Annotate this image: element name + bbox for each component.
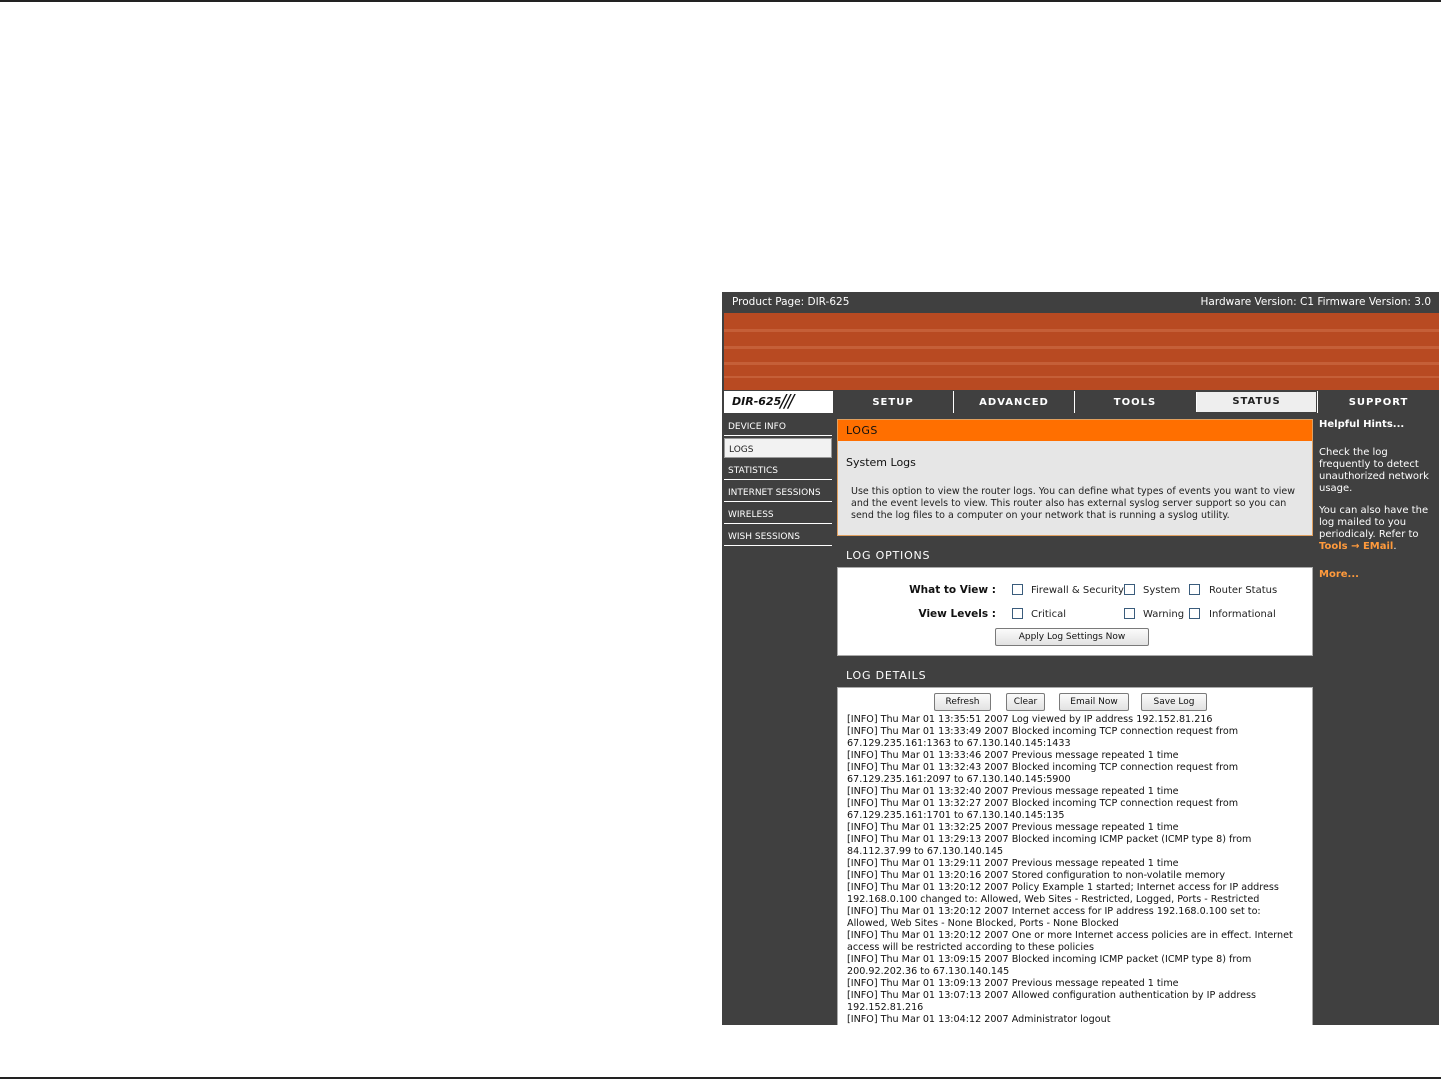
- version-info: Hardware Version: C1 Firmware Version: 3…: [1200, 296, 1431, 308]
- banner-stripe: [724, 362, 1439, 365]
- logs-description: Use this option to view the router logs.…: [851, 486, 1295, 521]
- log-line: [INFO] Thu Mar 01 13:33:46 2007 Previous…: [847, 750, 1179, 761]
- sidebar-item-device-info[interactable]: DEVICE INFO: [724, 416, 832, 436]
- model-logo: DIR-625 ///: [724, 391, 832, 413]
- router-status-checkbox[interactable]: [1189, 584, 1200, 595]
- clear-button[interactable]: Clear: [1006, 693, 1045, 711]
- router-status-label: Router Status: [1209, 585, 1278, 596]
- router-admin-window: Product Page: DIR-625 Hardware Version: …: [722, 292, 1439, 1025]
- main-content: LOGS System Logs Use this option to view…: [837, 419, 1313, 1025]
- tab-advanced[interactable]: ADVANCED: [953, 391, 1074, 413]
- critical-label: Critical: [1031, 609, 1066, 620]
- banner-stripe: [724, 376, 1439, 378]
- firewall-security-label: Firewall & Security: [1031, 585, 1124, 596]
- log-line: [INFO] Thu Mar 01 13:20:16 2007 Stored c…: [847, 870, 1226, 881]
- log-line: 192.168.0.100 changed to: Allowed, Web S…: [847, 894, 1260, 905]
- tab-setup[interactable]: SETUP: [832, 391, 953, 413]
- log-line: [INFO] Thu Mar 01 13:04:12 2007 Administ…: [847, 1014, 1111, 1025]
- warning-checkbox[interactable]: [1124, 608, 1135, 619]
- sidebar-item-wish-sessions[interactable]: WISH SESSIONS: [724, 526, 832, 546]
- log-line: [INFO] Thu Mar 01 13:32:43 2007 Blocked …: [847, 762, 1239, 773]
- log-line: [INFO] Thu Mar 01 13:20:12 2007 Policy E…: [847, 882, 1279, 893]
- log-line: [INFO] Thu Mar 01 13:07:13 2007 Allowed …: [847, 990, 1256, 1001]
- system-checkbox[interactable]: [1124, 584, 1135, 595]
- tab-support[interactable]: SUPPORT: [1317, 391, 1439, 413]
- critical-checkbox[interactable]: [1012, 608, 1023, 619]
- log-line: 67.129.235.161:2097 to 67.130.140.145:59…: [847, 774, 1071, 785]
- log-line: 200.92.202.36 to 67.130.140.145: [847, 966, 1010, 977]
- refresh-button[interactable]: Refresh: [934, 693, 991, 711]
- log-line: [INFO] Thu Mar 01 13:32:40 2007 Previous…: [847, 786, 1179, 797]
- hints-text-1: Check the log frequently to detect unaut…: [1319, 447, 1429, 494]
- log-line: 84.112.37.99 to 67.130.140.145: [847, 846, 1004, 857]
- logs-intro-box: LOGS System Logs Use this option to view…: [837, 419, 1313, 536]
- page-bottom-rule: [0, 1077, 1441, 1079]
- log-line: [INFO] Thu Mar 01 13:09:15 2007 Blocked …: [847, 954, 1252, 965]
- warning-label: Warning: [1143, 609, 1185, 620]
- sidebar-item-internet-sessions[interactable]: INTERNET SESSIONS: [724, 482, 832, 502]
- log-line: Allowed, Web Sites - None Blocked, Ports…: [847, 918, 1119, 929]
- system-label: System: [1143, 585, 1181, 596]
- hints-title: Helpful Hints...: [1319, 419, 1405, 430]
- helpful-hints: Helpful Hints... Check the log frequentl…: [1319, 419, 1437, 581]
- main-nav: DIR-625 /// SETUP ADVANCED TOOLS STATUS …: [722, 390, 1439, 414]
- sidebar-item-wireless[interactable]: WIRELESS: [724, 504, 832, 524]
- hints-text-2: You can also have the log mailed to you …: [1319, 505, 1429, 540]
- what-to-view-label: What to View :: [909, 584, 996, 596]
- log-line: [INFO] Thu Mar 01 13:20:12 2007 One or m…: [847, 930, 1293, 941]
- hints-link-suffix: .: [1393, 541, 1397, 552]
- log-line: [INFO] Thu Mar 01 13:29:13 2007 Blocked …: [847, 834, 1252, 845]
- sidebar-item-logs[interactable]: LOGS: [724, 438, 832, 458]
- log-entries: [INFO] Thu Mar 01 13:35:51 2007 Log view…: [847, 714, 1307, 1025]
- log-options-header: LOG OPTIONS: [837, 545, 1313, 567]
- log-line: [INFO] Thu Mar 01 13:33:49 2007 Blocked …: [847, 726, 1239, 737]
- brand-banner: [724, 313, 1439, 390]
- save-log-button[interactable]: Save Log: [1141, 693, 1207, 711]
- log-line: [INFO] Thu Mar 01 13:09:13 2007 Previous…: [847, 978, 1179, 989]
- informational-checkbox[interactable]: [1189, 608, 1200, 619]
- firewall-security-checkbox[interactable]: [1012, 584, 1023, 595]
- log-line: [INFO] Thu Mar 01 13:20:12 2007 Internet…: [847, 906, 1261, 917]
- model-logo-text: DIR-625: [732, 395, 782, 408]
- log-options-panel: What to View : Firewall & Security Syste…: [837, 567, 1313, 656]
- log-line: 67.129.235.161:1701 to 67.130.140.145:13…: [847, 810, 1065, 821]
- top-info-bar: Product Page: DIR-625 Hardware Version: …: [722, 292, 1439, 313]
- logs-subtitle: System Logs: [846, 456, 916, 469]
- more-link[interactable]: More...: [1319, 569, 1437, 581]
- banner-stripe: [724, 329, 1439, 332]
- log-line: [INFO] Thu Mar 01 13:32:27 2007 Blocked …: [847, 798, 1239, 809]
- sidebar-item-statistics[interactable]: STATISTICS: [724, 460, 832, 480]
- email-now-button[interactable]: Email Now: [1059, 693, 1129, 711]
- product-page-label: Product Page: DIR-625: [732, 296, 850, 308]
- sidebar: DEVICE INFO LOGS STATISTICS INTERNET SES…: [724, 416, 832, 548]
- log-line: [INFO] Thu Mar 01 13:32:25 2007 Previous…: [847, 822, 1179, 833]
- apply-log-settings-button[interactable]: Apply Log Settings Now: [995, 628, 1149, 646]
- log-line: 192.152.81.216: [847, 1002, 924, 1013]
- log-line: [INFO] Thu Mar 01 13:35:51 2007 Log view…: [847, 714, 1213, 725]
- tools-email-link[interactable]: Tools → EMail: [1319, 541, 1393, 552]
- informational-label: Informational: [1209, 609, 1276, 620]
- tab-status[interactable]: STATUS: [1196, 392, 1316, 412]
- log-details-panel: Refresh Clear Email Now Save Log [INFO] …: [837, 687, 1313, 1025]
- banner-stripe: [724, 346, 1439, 349]
- log-details-header: LOG DETAILS: [837, 665, 1313, 687]
- log-line: [INFO] Thu Mar 01 13:29:11 2007 Previous…: [847, 858, 1179, 869]
- logo-slashes: ///: [780, 391, 794, 412]
- log-line: access will be restricted according to t…: [847, 942, 1094, 953]
- page-top-rule: [0, 0, 1441, 2]
- tab-tools[interactable]: TOOLS: [1074, 391, 1195, 413]
- logs-title: LOGS: [838, 420, 1312, 441]
- log-line: 67.129.235.161:1363 to 67.130.140.145:14…: [847, 738, 1071, 749]
- view-levels-label: View Levels :: [918, 608, 997, 620]
- hints-text-2-block: You can also have the log mailed to you …: [1319, 505, 1437, 553]
